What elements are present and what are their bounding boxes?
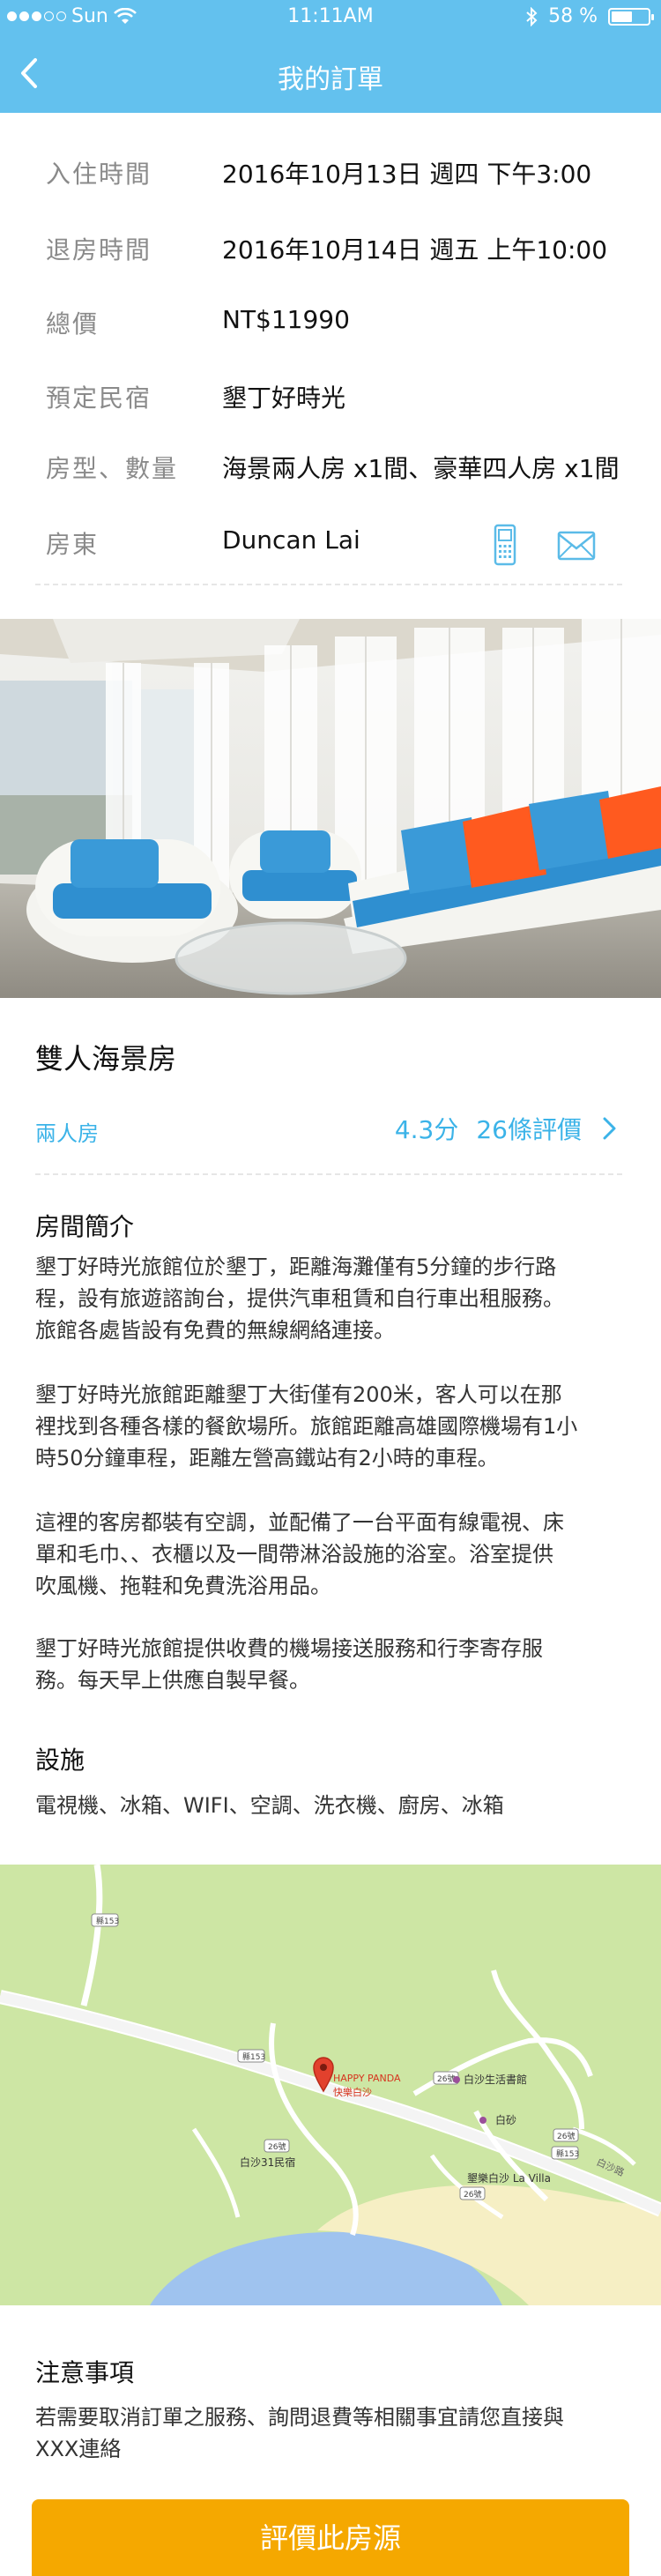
- order-row-total: 總價 NT$11990: [35, 305, 626, 340]
- bluetooth-icon: [526, 6, 538, 26]
- status-right: 58 %: [525, 5, 654, 27]
- notice-title: 注意事項: [35, 2358, 135, 2387]
- intro-paragraph: 墾丁好時光旅館提供收費的機場接送服務和行李寄存服 務。每天早上供應自製早餐。: [35, 1633, 628, 1696]
- road-shield: 26號: [557, 2131, 575, 2141]
- road-shield: 縣153: [242, 2052, 265, 2062]
- order-row-checkin: 入住時間 2016年10月13日 週四 下午3:00: [35, 155, 626, 190]
- battery-percent: 58 %: [548, 5, 598, 27]
- intro-line: 裡找到各種各樣的餐飲場所。旅館距離高雄國際機場有1小: [35, 1414, 578, 1439]
- order-label: 預定民宿: [46, 383, 152, 413]
- road-shield: 縣153: [556, 2149, 579, 2159]
- order-row-bnb: 預定民宿 墾丁好時光: [35, 379, 626, 414]
- map-place: 白沙生活書館: [464, 2073, 527, 2086]
- map-place: 墾樂白沙 La Villa: [467, 2171, 551, 2185]
- battery-fill: [612, 11, 632, 22]
- road-shield: 26號: [437, 2073, 455, 2084]
- order-label: 入住時間: [46, 160, 152, 189]
- intro-line: 單和毛巾、、衣櫃以及一間帶淋浴設施的浴室。浴室提供: [35, 1542, 553, 1567]
- intro-title: 房間簡介: [35, 1212, 135, 1241]
- order-label: 房型、數量: [46, 454, 179, 483]
- intro-line: 吹風機、拖鞋和免費洗浴用品。: [35, 1574, 331, 1598]
- rating-score: 4.3分: [394, 1115, 459, 1144]
- intro-paragraph: 這裡的客房都裝有空調，並配備了一台平面有線電視、床 單和毛巾、、衣櫃以及一間帶淋…: [35, 1507, 628, 1602]
- room-photo: [0, 619, 661, 998]
- intro-line: 墾丁好時光旅館提供收費的機場接送服務和行李寄存服: [35, 1636, 543, 1661]
- order-value: 墾丁好時光: [222, 383, 346, 413]
- place-marker-icon: [453, 2076, 460, 2083]
- map-place: 白砂: [495, 2113, 516, 2126]
- room-title: 雙人海景房: [35, 1042, 177, 1076]
- order-row-rooms: 房型、數量 海景兩人房 x1間、豪華四人房 x1間: [35, 450, 626, 485]
- notice-line: XXX連絡: [35, 2437, 122, 2461]
- intro-line: 務。每天早上供應自製早餐。: [35, 1668, 310, 1693]
- road-shield: 26號: [268, 2141, 286, 2152]
- intro-line: 墾丁好時光旅館距離墾丁大街僅有200米，客人可以在那: [35, 1382, 562, 1407]
- map-place: 白沙31民宿: [240, 2155, 295, 2169]
- intro-line: 程，設有旅遊諮詢台，提供汽車租賃和自行車出租服務。: [35, 1286, 564, 1311]
- rating-link[interactable]: 4.3分 26條評價: [395, 1111, 619, 1146]
- order-row-checkout: 退房時間 2016年10月14日 週五 上午10:00: [35, 231, 626, 266]
- intro-paragraph: 墾丁好時光旅館距離墾丁大街僅有200米，客人可以在那 裡找到各種各樣的餐飲場所。…: [35, 1379, 628, 1474]
- nav-bar: 我的訂單: [0, 35, 661, 113]
- order-value: NT$11990: [222, 305, 350, 334]
- location-map[interactable]: 縣153 縣153 縣153 26號 26號 26號 26號 白沙生活書館 白砂…: [0, 1865, 661, 2305]
- facilities-list: 電視機、冰箱、WIFI、空調、洗衣機、廚房、冰箱: [35, 1793, 504, 1818]
- pin-label-en: HAPPY PANDA: [333, 2073, 401, 2084]
- battery-icon: [608, 7, 654, 26]
- room-type: 兩人房: [35, 1121, 99, 1146]
- pin-label-zh: 快樂白沙: [333, 2086, 372, 2098]
- intro-line: 這裡的客房都裝有空調，並配備了一台平面有線電視、床: [35, 1510, 564, 1535]
- intro-line: 時50分鐘車程，距離左營高鐵站有2小時的車程。: [35, 1446, 499, 1470]
- mail-icon[interactable]: [557, 531, 596, 561]
- host-name: Duncan Lai: [222, 525, 360, 555]
- intro-line: 墾丁好時光旅館位於墾丁，距離海灘僅有5分鐘的步行路: [35, 1254, 557, 1279]
- notice-line: 若需要取消訂單之服務、詢問退費等相關事宜請您直接與: [35, 2405, 564, 2430]
- page-title: 我的訂單: [278, 64, 383, 95]
- rate-listing-button[interactable]: 評價此房源: [32, 2499, 629, 2576]
- status-bar: Sun 11:11AM 58 %: [0, 0, 661, 35]
- divider: [35, 1173, 622, 1175]
- place-marker-icon: [479, 2117, 486, 2124]
- phone-icon[interactable]: [492, 524, 518, 566]
- road-shield: 26號: [464, 2189, 481, 2200]
- divider: [35, 584, 622, 585]
- order-value: 2016年10月13日 週四 下午3:00: [222, 160, 592, 189]
- intro-line: 旅館各處皆設有免費的無線網絡連接。: [35, 1318, 395, 1343]
- order-label: 房東: [46, 530, 100, 559]
- review-count: 26條評價: [476, 1115, 582, 1144]
- order-value: 2016年10月14日 週五 上午10:00: [222, 235, 608, 264]
- order-value: 海景兩人房 x1間、豪華四人房 x1間: [222, 454, 620, 483]
- notice-text: 若需要取消訂單之服務、詢問退費等相關事宜請您直接與 XXX連絡: [35, 2401, 628, 2465]
- facilities-title: 設施: [35, 1746, 85, 1775]
- order-label: 退房時間: [46, 235, 152, 264]
- order-label: 總價: [46, 309, 100, 339]
- road-shield: 縣153: [96, 1917, 119, 1926]
- intro-paragraph: 墾丁好時光旅館位於墾丁，距離海灘僅有5分鐘的步行路 程，設有旅遊諮詢台，提供汽車…: [35, 1251, 628, 1346]
- chevron-right-icon: [603, 1117, 616, 1140]
- host-contact: [492, 524, 596, 566]
